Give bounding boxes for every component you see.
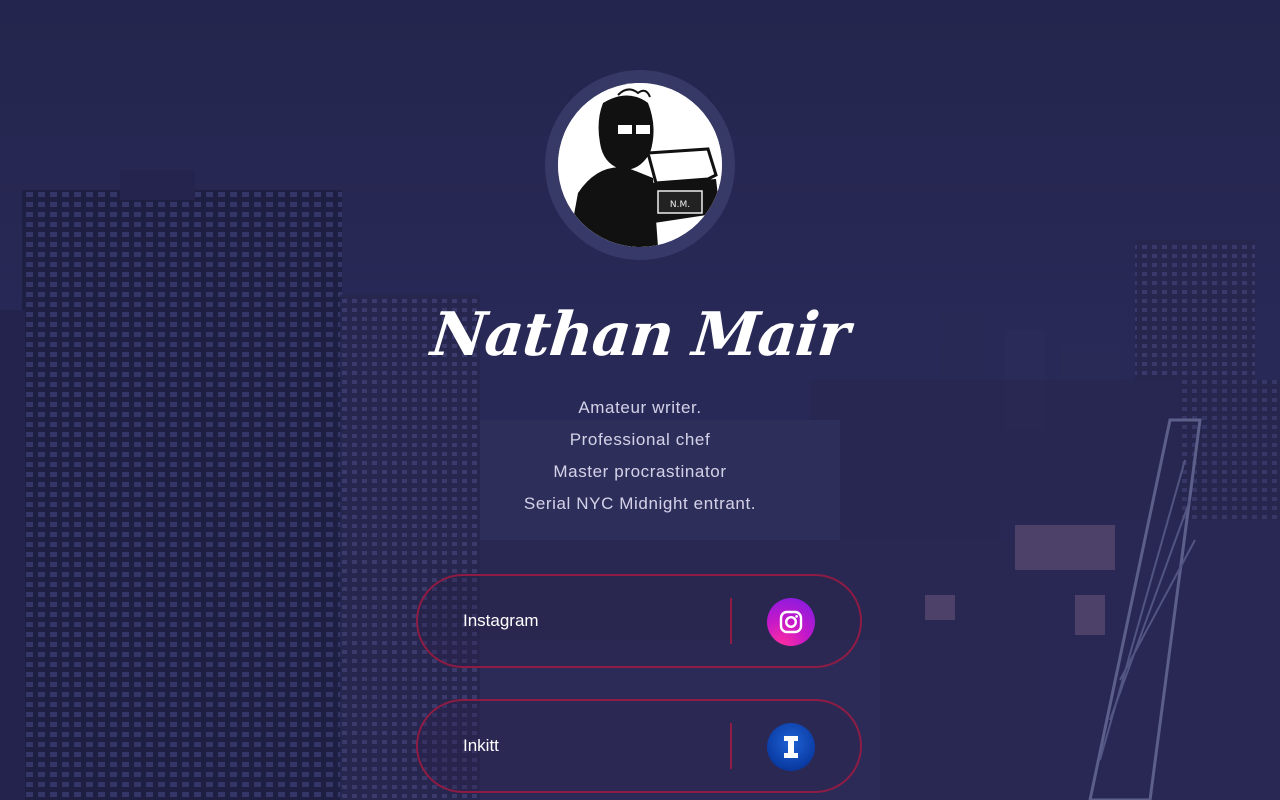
link-divider	[730, 598, 732, 644]
instagram-link-button[interactable]: Instagram	[416, 574, 862, 668]
profile-name: Nathan Mair	[427, 300, 853, 370]
inkitt-icon	[767, 723, 815, 771]
link-divider	[730, 723, 732, 769]
bio-line: Amateur writer.	[578, 398, 702, 417]
inkitt-link-label: Inkitt	[463, 736, 499, 755]
avatar-monogram: N.M.	[670, 200, 690, 210]
instagram-icon	[767, 598, 815, 646]
link-page: N.M. Nathan Mair Amateur writer. Profess…	[0, 0, 1280, 800]
bio: Amateur writer. Professional chef Master…	[0, 394, 1280, 522]
bio-line: Professional chef	[569, 430, 711, 449]
typewriter-writer-avatar-icon: N.M.	[558, 83, 722, 247]
inkitt-link-button[interactable]: Inkitt	[416, 699, 862, 793]
avatar-ring: N.M.	[545, 70, 735, 260]
instagram-link-label: Instagram	[463, 611, 539, 630]
bio-line: Serial NYC Midnight entrant.	[523, 494, 757, 513]
avatar: N.M.	[558, 83, 722, 247]
bio-line: Master procrastinator	[553, 462, 727, 481]
